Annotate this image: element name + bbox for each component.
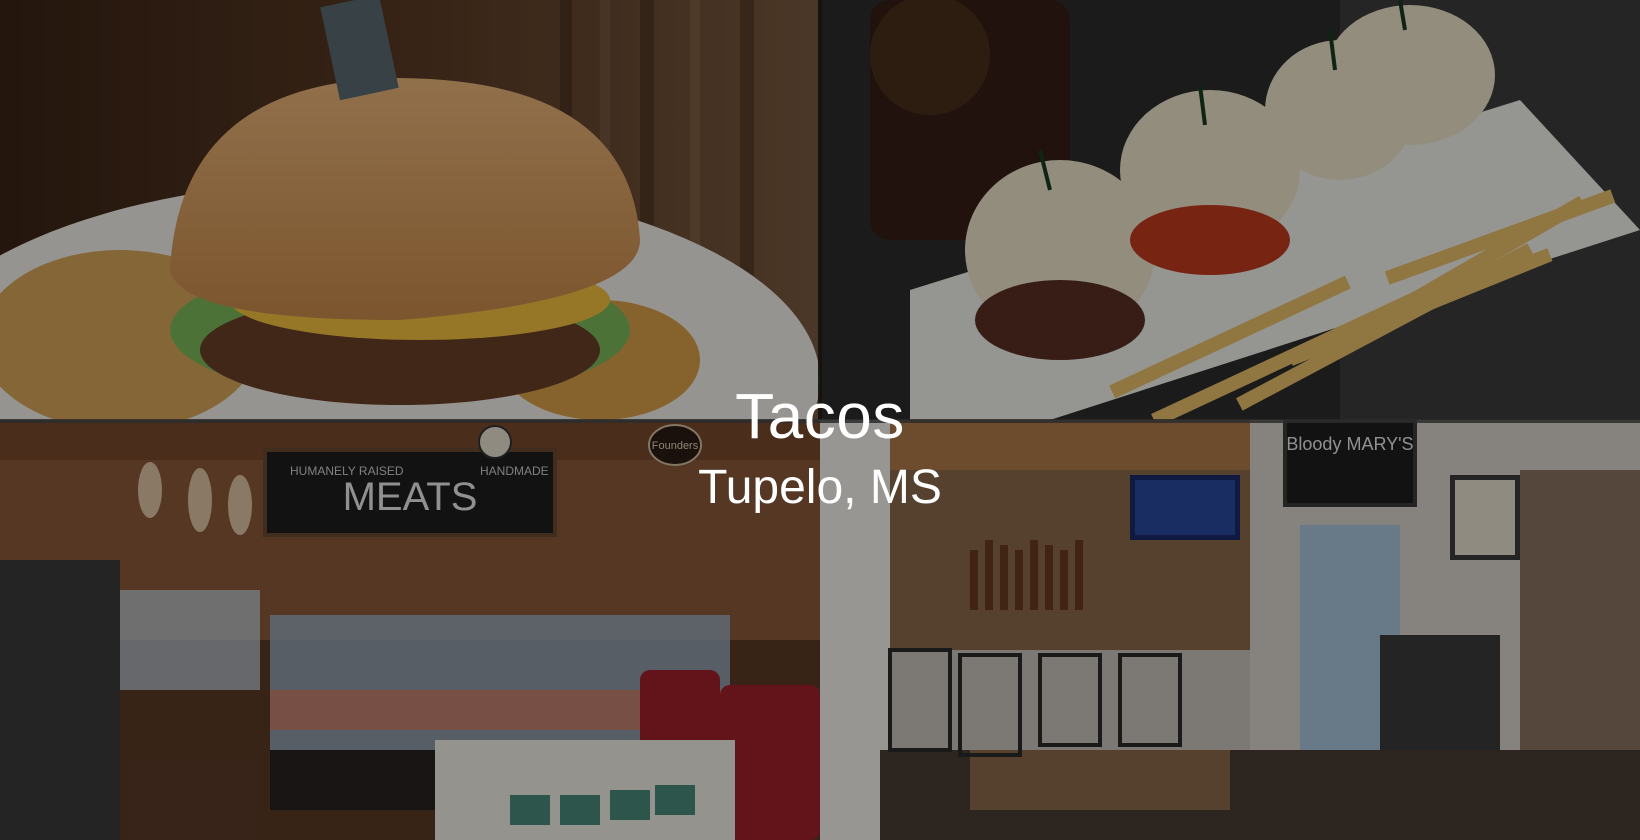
hero-banner: MEATS HUMANELY RAISED HANDMADE Founders — [0, 0, 1640, 840]
burger-photo — [0, 0, 820, 420]
sliders-photo — [820, 0, 1640, 420]
hero-caption: Tacos Tupelo, MS — [0, 376, 1640, 518]
page-title: Tacos — [735, 380, 905, 452]
collage-divider-vertical — [818, 0, 822, 420]
location-subtitle: Tupelo, MS — [698, 461, 942, 514]
